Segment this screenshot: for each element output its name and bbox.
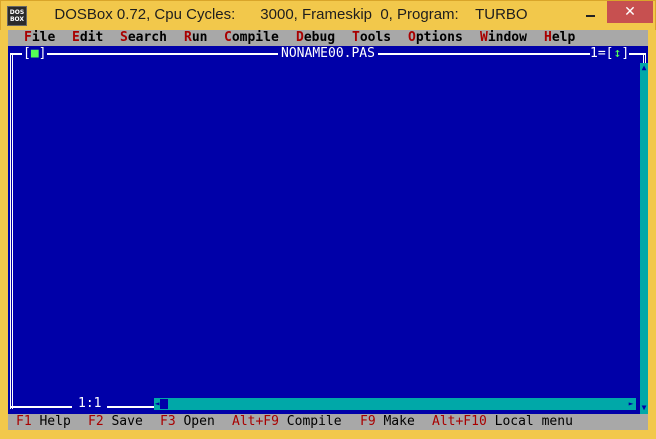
editor-file-title: NONAME00.PAS — [278, 46, 378, 62]
status-make-label: Make — [375, 414, 415, 429]
status-help[interactable]: F1 Help — [16, 414, 71, 430]
menu-window-hotkey: W — [480, 30, 488, 45]
editor-window-number[interactable]: 1=[↕] — [590, 46, 630, 62]
menu-file-hotkey: F — [24, 30, 32, 45]
menu-options-label: ptions — [415, 30, 463, 45]
menu-window[interactable]: Window — [480, 30, 527, 46]
editor-close-box[interactable]: [■] — [22, 46, 48, 62]
window-title-bar[interactable]: DOS BOX DOSBox 0.72, Cpu Cycles: 3000, F… — [0, 0, 656, 31]
status-compile[interactable]: Alt+F9 Compile — [232, 414, 342, 430]
menu-debug[interactable]: Debug — [296, 30, 335, 46]
status-compile-key: Alt+F9 — [232, 414, 279, 429]
window-border-left — [0, 30, 8, 431]
status-bar: F1 Help F2 Save F3 Open Alt+F9 Compile F… — [8, 414, 648, 430]
menu-search-hotkey: S — [120, 30, 128, 45]
horizontal-scroll-thumb[interactable] — [160, 399, 168, 409]
status-local-menu[interactable]: Alt+F10 Local menu — [432, 414, 573, 430]
vertical-scrollbar[interactable]: ▲ ▼ — [640, 63, 648, 415]
status-save-key: F2 — [88, 414, 104, 429]
menu-edit-hotkey: E — [72, 30, 80, 45]
close-box-left-bracket: [ — [23, 46, 31, 61]
status-open[interactable]: F3 Open — [160, 414, 215, 430]
menu-file[interactable]: File — [24, 30, 55, 46]
menu-search[interactable]: Search — [120, 30, 167, 46]
menu-tools-hotkey: T — [352, 30, 360, 45]
close-button[interactable]: ✕ — [607, 1, 653, 23]
close-icon: ✕ — [624, 4, 636, 20]
menu-edit-label: dit — [79, 30, 104, 45]
menu-search-label: earch — [127, 30, 167, 45]
window-border-bottom — [0, 431, 656, 439]
scroll-down-icon[interactable]: ▼ — [640, 403, 648, 413]
status-compile-label: Compile — [278, 414, 342, 429]
menu-run[interactable]: Run — [184, 30, 207, 46]
menu-help[interactable]: Help — [544, 30, 575, 46]
menu-debug-hotkey: D — [296, 30, 304, 45]
window-title: DOSBox 0.72, Cpu Cycles: 3000, Frameskip… — [54, 6, 528, 23]
menu-help-label: elp — [551, 30, 576, 45]
dos-screen[interactable]: File Edit Search Run Compile Debug Tools… — [8, 30, 648, 430]
status-help-key: F1 — [16, 414, 32, 429]
menu-file-label: ile — [31, 30, 56, 45]
menu-bar: File Edit Search Run Compile Debug Tools… — [8, 30, 648, 46]
close-box-icon: ■ — [30, 46, 39, 61]
menu-tools-label: ools — [359, 30, 392, 45]
editor-frame-left — [10, 53, 13, 409]
menu-compile-hotkey: C — [224, 30, 232, 45]
status-local-menu-label: Local menu — [486, 414, 573, 429]
minimize-icon — [585, 15, 595, 17]
close-box-right-bracket: ] — [38, 46, 47, 61]
menu-compile-label: ompile — [231, 30, 279, 45]
status-save[interactable]: F2 Save — [88, 414, 143, 430]
menu-compile[interactable]: Compile — [224, 30, 279, 46]
minimize-button[interactable] — [577, 1, 603, 23]
menu-debug-label: ebug — [303, 30, 336, 45]
status-make-key: F9 — [360, 414, 376, 429]
status-open-label: Open — [175, 414, 215, 429]
horizontal-scrollbar[interactable]: ◄ ► — [154, 398, 636, 410]
scroll-right-icon[interactable]: ► — [628, 398, 634, 410]
window-number-label: 1 — [590, 46, 598, 61]
menu-run-hotkey: R — [184, 30, 192, 45]
status-help-label: Help — [31, 414, 71, 429]
menu-tools[interactable]: Tools — [352, 30, 391, 46]
cursor-position: 1:1 — [72, 396, 108, 412]
menu-window-label: indow — [487, 30, 527, 45]
menu-options-hotkey: O — [408, 30, 416, 45]
menu-run-label: un — [191, 30, 208, 45]
menu-options[interactable]: Options — [408, 30, 463, 46]
menu-help-hotkey: H — [544, 30, 552, 45]
status-save-label: Save — [103, 414, 143, 429]
status-make[interactable]: F9 Make — [360, 414, 415, 430]
menu-edit[interactable]: Edit — [72, 30, 103, 46]
scroll-up-icon[interactable]: ▲ — [640, 63, 648, 73]
zoom-right-bracket: ] — [621, 46, 630, 61]
status-open-key: F3 — [160, 414, 176, 429]
status-local-menu-key: Alt+F10 — [432, 414, 487, 429]
window-border-right — [648, 30, 656, 431]
